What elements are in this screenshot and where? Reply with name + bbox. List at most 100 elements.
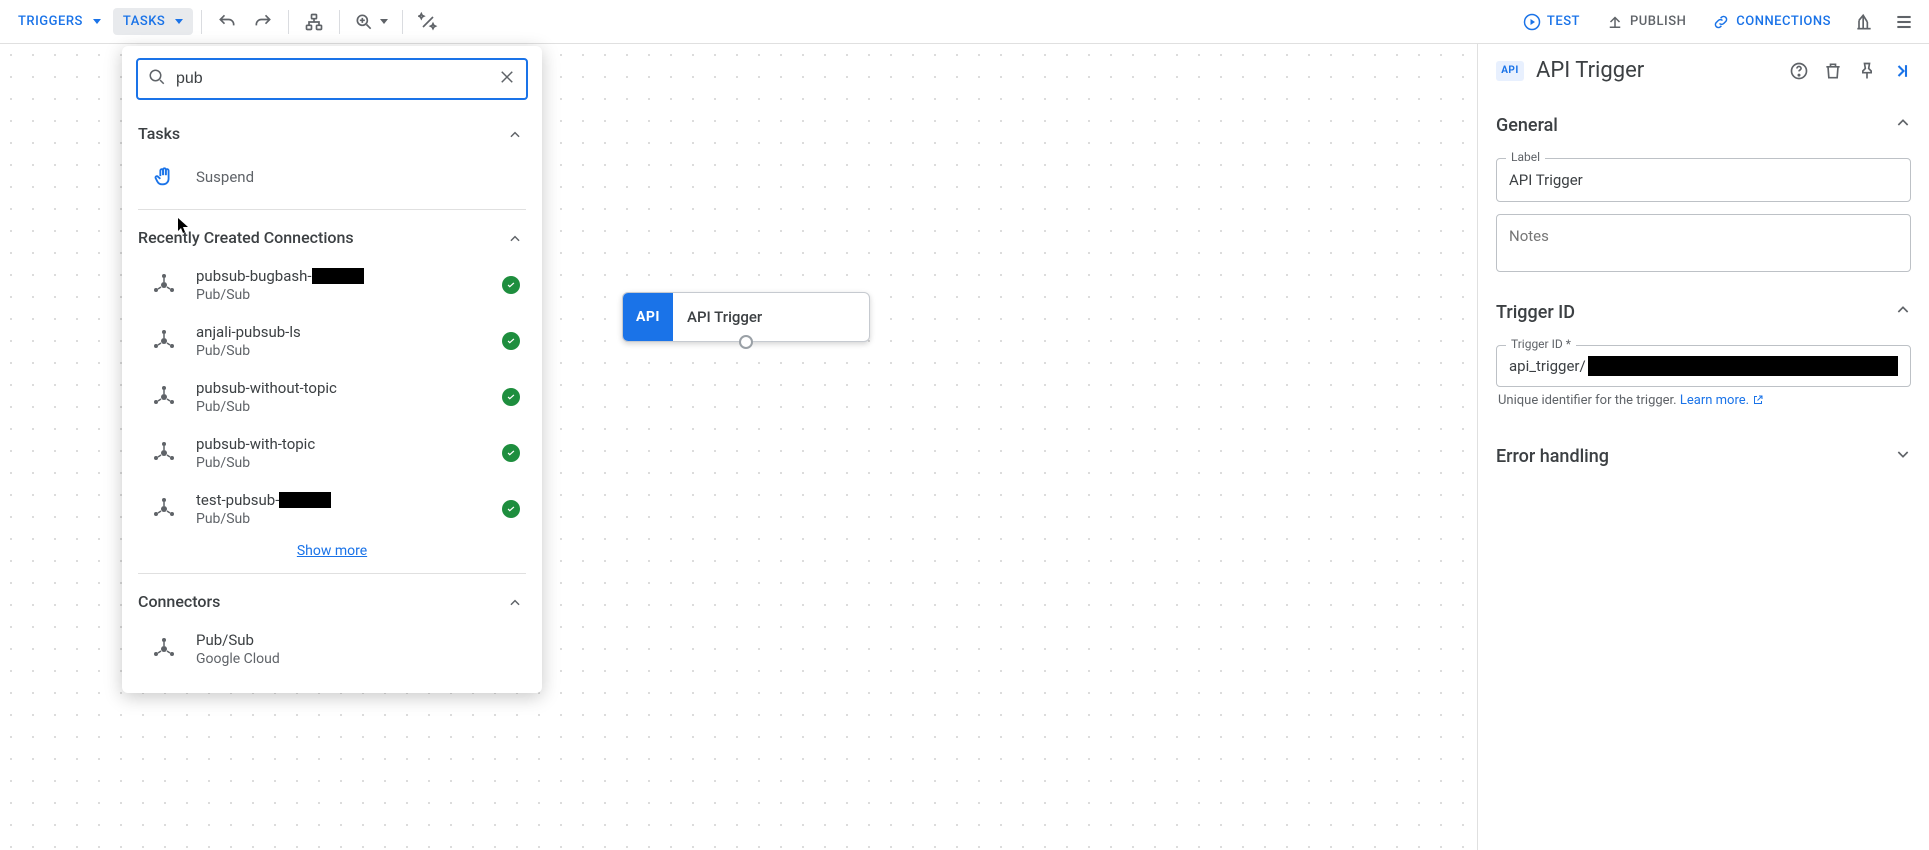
redo-button[interactable] bbox=[246, 5, 280, 39]
connections-label: CONNECTIONS bbox=[1736, 14, 1831, 29]
item-title: pubsub-bugbash- bbox=[196, 267, 312, 285]
help-icon[interactable] bbox=[1789, 61, 1809, 81]
show-more: Show more bbox=[122, 537, 542, 565]
connection-item[interactable]: pubsub-with-topic Pub/Sub bbox=[122, 425, 542, 481]
connection-item[interactable]: pubsub-without-topic Pub/Sub bbox=[122, 369, 542, 425]
test-button[interactable]: TEST bbox=[1513, 7, 1590, 37]
connections-button[interactable]: CONNECTIONS bbox=[1702, 7, 1841, 37]
redacted-text bbox=[1588, 356, 1898, 376]
connection-item[interactable]: pubsub-bugbash- Pub/Sub bbox=[122, 257, 542, 313]
connectors-section-header[interactable]: Connectors bbox=[122, 582, 542, 621]
item-subtitle: Pub/Sub bbox=[196, 399, 484, 415]
trigger-id-section[interactable]: Trigger ID bbox=[1496, 288, 1911, 333]
zoom-button[interactable] bbox=[348, 5, 394, 39]
status-ok-icon bbox=[502, 332, 520, 350]
publish-button[interactable]: PUBLISH bbox=[1596, 7, 1696, 37]
node-label: API Trigger bbox=[673, 308, 762, 326]
status-ok-icon bbox=[502, 500, 520, 518]
item-title: test-pubsub- bbox=[196, 491, 279, 509]
trigger-id-field-label: Trigger ID * bbox=[1506, 337, 1576, 351]
tasks-label: TASKS bbox=[123, 14, 165, 29]
mouse-cursor bbox=[178, 218, 190, 234]
clear-button[interactable] bbox=[498, 67, 516, 91]
item-subtitle: Google Cloud bbox=[196, 651, 520, 667]
label-input[interactable] bbox=[1496, 158, 1911, 202]
separator bbox=[339, 10, 340, 34]
trigger-id-header-label: Trigger ID bbox=[1496, 302, 1575, 323]
list-item-label: Suspend bbox=[196, 168, 520, 186]
collapse-icon[interactable] bbox=[1891, 61, 1911, 81]
toolbar: TRIGGERS TASKS TEST bbox=[0, 0, 1929, 44]
learn-more-link[interactable]: Learn more. bbox=[1680, 393, 1764, 408]
error-handling-label: Error handling bbox=[1496, 446, 1609, 467]
divider bbox=[138, 573, 526, 574]
pin-icon[interactable] bbox=[1857, 61, 1877, 81]
notes-field-wrap bbox=[1496, 214, 1911, 276]
divider bbox=[138, 209, 526, 210]
show-more-link[interactable]: Show more bbox=[297, 543, 367, 559]
error-handling-section[interactable]: Error handling bbox=[1496, 432, 1911, 477]
tasks-section-label: Tasks bbox=[138, 124, 180, 143]
pubsub-icon bbox=[150, 383, 178, 411]
item-title: Pub/Sub bbox=[196, 631, 520, 649]
tasks-section-header[interactable]: Tasks bbox=[122, 114, 542, 153]
list-view-button[interactable] bbox=[1887, 5, 1921, 39]
pubsub-icon bbox=[150, 327, 178, 355]
separator bbox=[288, 10, 289, 34]
label-field-wrap: Label bbox=[1496, 158, 1911, 202]
connector-item[interactable]: Pub/Sub Google Cloud bbox=[122, 621, 542, 677]
undo-button[interactable] bbox=[210, 5, 244, 39]
item-subtitle: Pub/Sub bbox=[196, 343, 484, 359]
separator bbox=[402, 10, 403, 34]
hand-icon bbox=[150, 163, 178, 191]
connection-item[interactable]: test-pubsub- Pub/Sub bbox=[122, 481, 542, 537]
analytics-button[interactable] bbox=[1847, 5, 1881, 39]
trigger-id-helper: Unique identifier for the trigger. Learn… bbox=[1496, 387, 1911, 408]
pubsub-icon bbox=[150, 271, 178, 299]
chevron-up-icon bbox=[1895, 115, 1911, 136]
notes-input[interactable] bbox=[1496, 214, 1911, 272]
task-suspend[interactable]: Suspend bbox=[122, 153, 542, 201]
connectors-section-label: Connectors bbox=[138, 592, 220, 611]
redacted-text bbox=[279, 492, 331, 508]
item-subtitle: Pub/Sub bbox=[196, 455, 484, 471]
general-section[interactable]: General bbox=[1496, 101, 1911, 146]
trigger-id-input[interactable]: api_trigger/ bbox=[1496, 345, 1911, 387]
pubsub-icon bbox=[150, 495, 178, 523]
trigger-id-prefix: api_trigger/ bbox=[1509, 357, 1586, 375]
item-title: pubsub-with-topic bbox=[196, 435, 484, 453]
redacted-text bbox=[312, 268, 364, 284]
general-header-label: General bbox=[1496, 115, 1558, 136]
label-field-label: Label bbox=[1506, 150, 1545, 164]
test-label: TEST bbox=[1547, 14, 1580, 29]
node-output-port[interactable] bbox=[739, 335, 753, 349]
publish-label: PUBLISH bbox=[1630, 14, 1686, 29]
item-title: anjali-pubsub-ls bbox=[196, 323, 484, 341]
search-field[interactable] bbox=[136, 58, 528, 100]
pubsub-icon bbox=[150, 635, 178, 663]
tasks-dropdown[interactable]: TASKS bbox=[113, 8, 193, 35]
delete-icon[interactable] bbox=[1823, 61, 1843, 81]
chevron-up-icon bbox=[508, 232, 520, 244]
triggers-dropdown[interactable]: TRIGGERS bbox=[8, 8, 111, 35]
recent-section-label: Recently Created Connections bbox=[138, 228, 354, 247]
item-subtitle: Pub/Sub bbox=[196, 287, 484, 303]
search-input[interactable] bbox=[176, 70, 488, 88]
chevron-up-icon bbox=[508, 128, 520, 140]
status-ok-icon bbox=[502, 388, 520, 406]
trigger-id-field-wrap: Trigger ID * api_trigger/ Unique identif… bbox=[1496, 345, 1911, 408]
magic-button[interactable] bbox=[411, 5, 445, 39]
side-panel-header: API API Trigger bbox=[1496, 58, 1911, 101]
search-icon bbox=[148, 68, 166, 90]
connection-item[interactable]: anjali-pubsub-ls Pub/Sub bbox=[122, 313, 542, 369]
chevron-down-icon bbox=[93, 19, 101, 24]
chevron-up-icon bbox=[1895, 302, 1911, 323]
layout-button[interactable] bbox=[297, 5, 331, 39]
node-badge: API bbox=[623, 293, 673, 341]
api-trigger-node[interactable]: API API Trigger bbox=[622, 292, 870, 342]
side-panel: API API Trigger General Label Trigger ID… bbox=[1477, 44, 1929, 850]
helper-text: Unique identifier for the trigger. bbox=[1498, 393, 1677, 408]
status-ok-icon bbox=[502, 276, 520, 294]
separator bbox=[201, 10, 202, 34]
pubsub-icon bbox=[150, 439, 178, 467]
